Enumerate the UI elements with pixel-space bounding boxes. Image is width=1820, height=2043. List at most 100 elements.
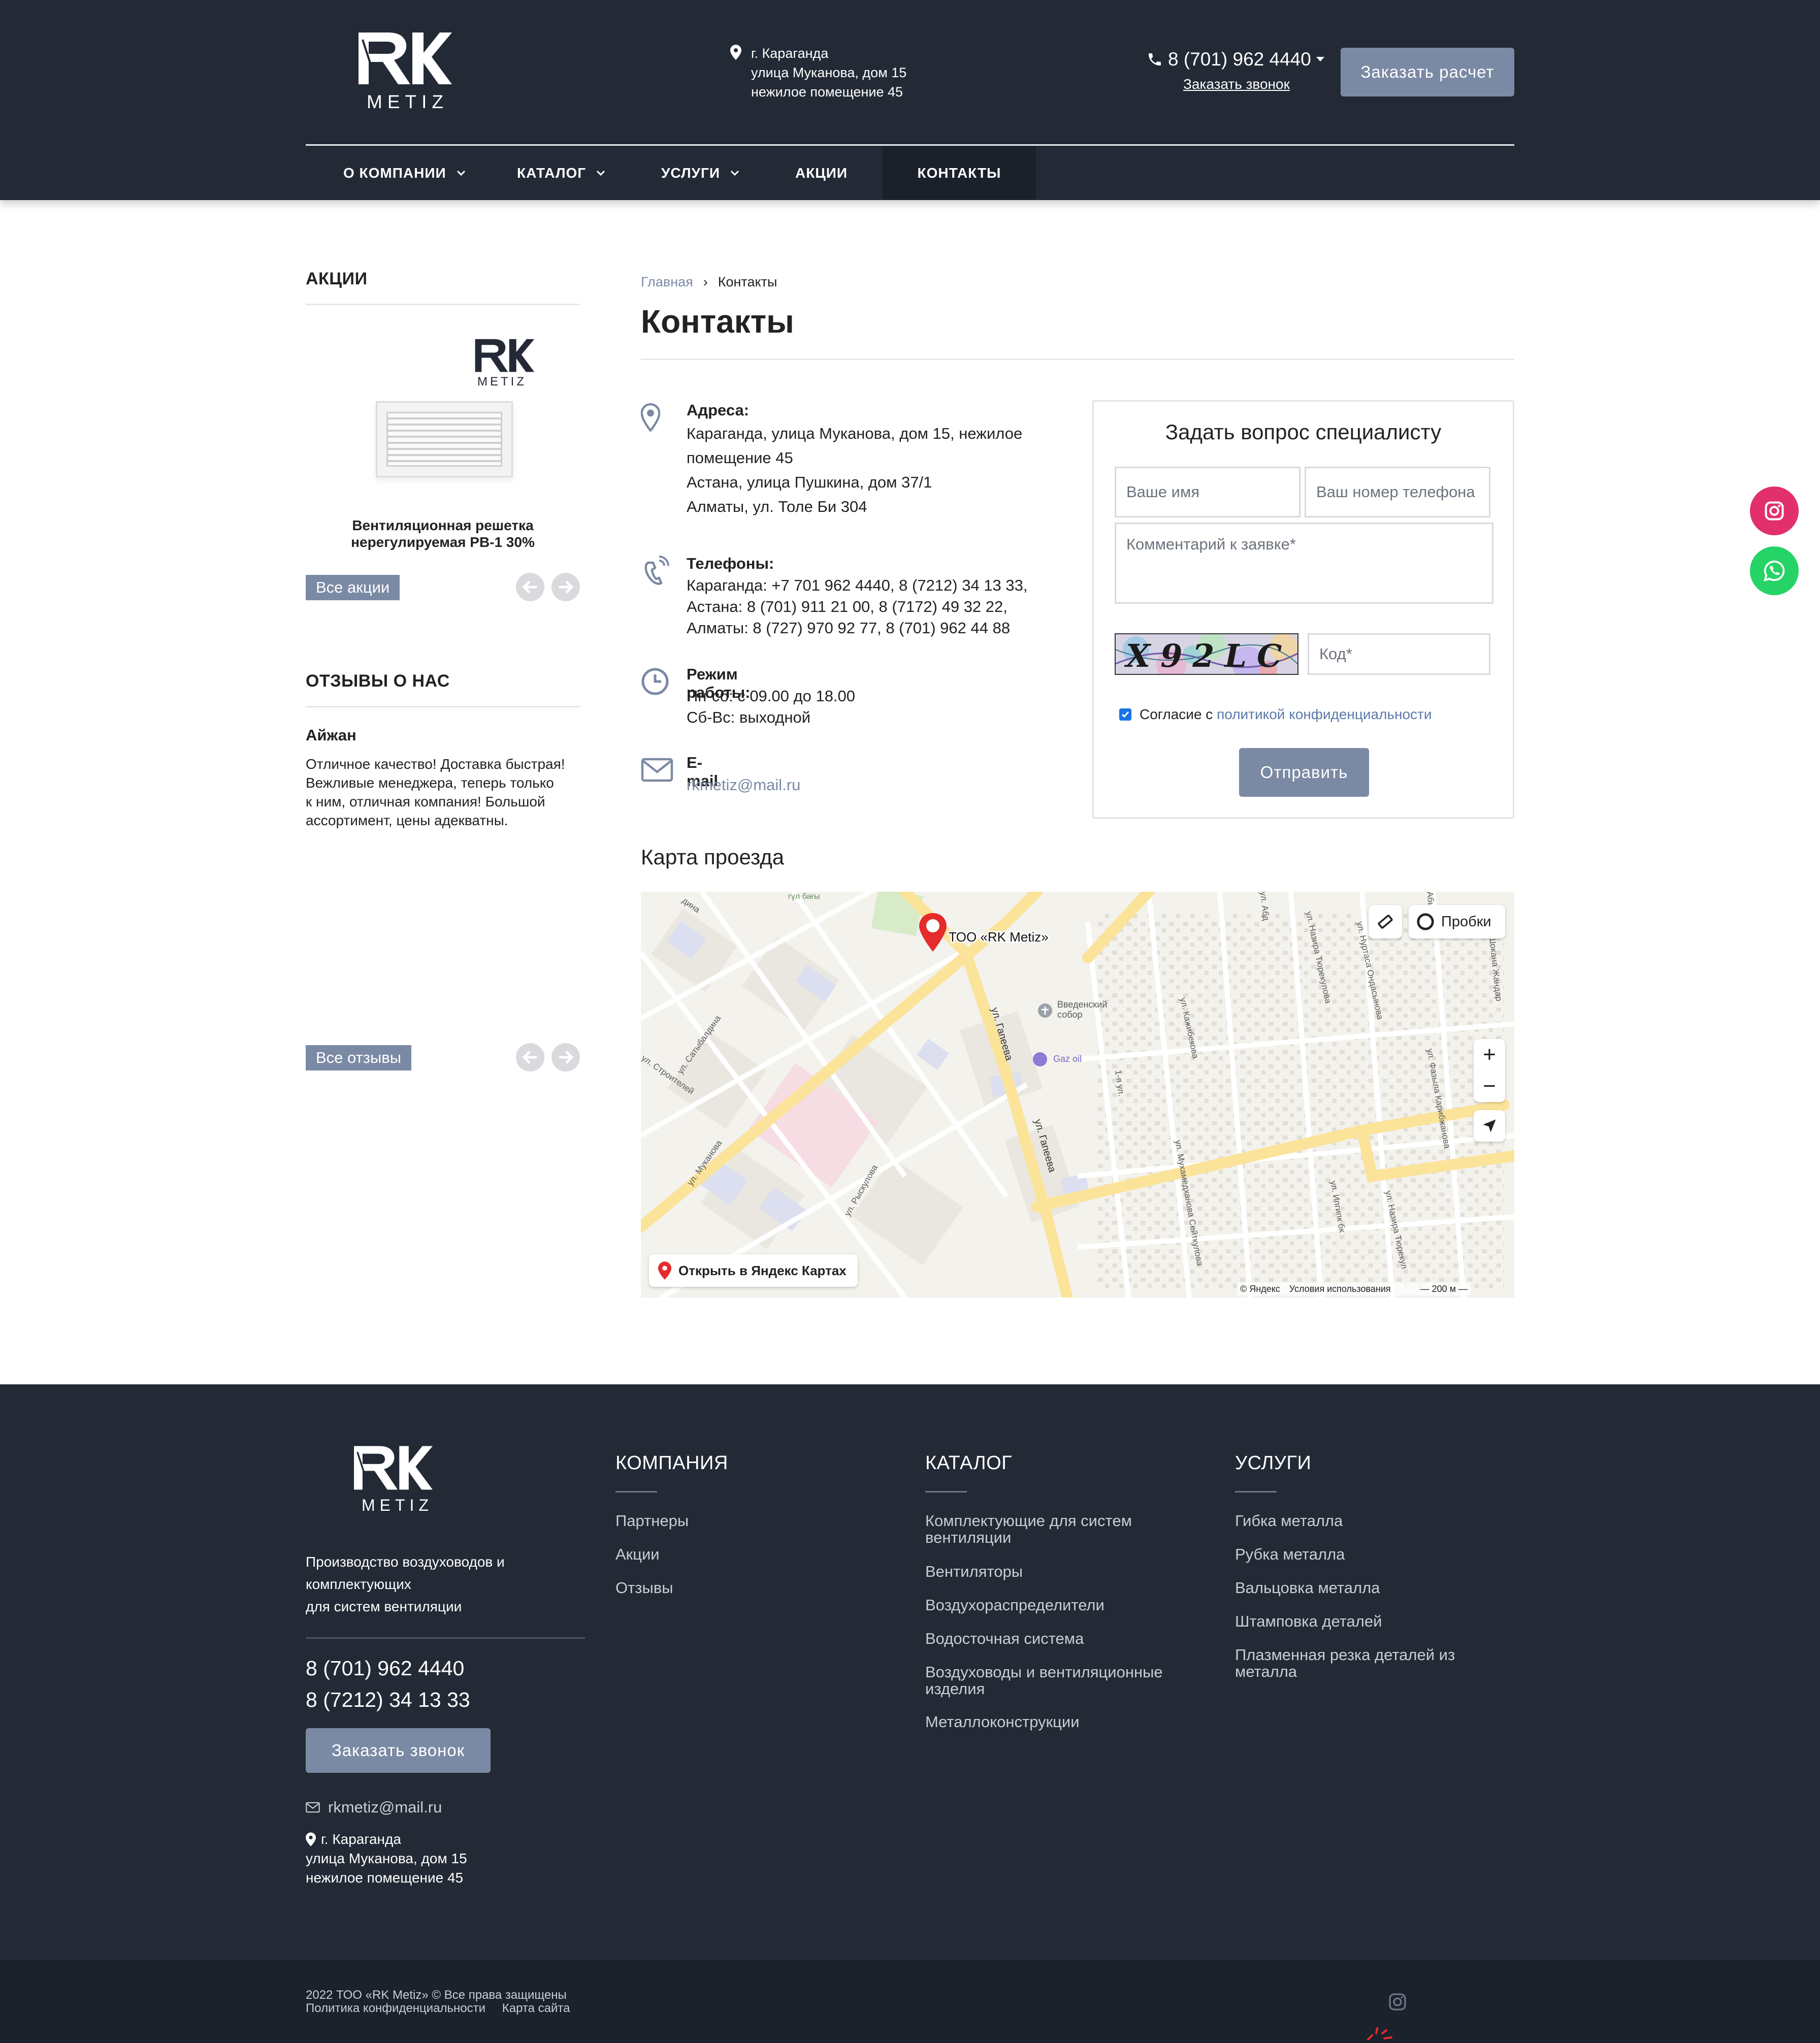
order-call-link[interactable]: Заказать звонок — [1183, 76, 1290, 92]
order-calc-button[interactable]: Заказать расчет — [1341, 48, 1514, 96]
title-divider — [641, 359, 1514, 360]
map-terms-link[interactable]: Условия использования — [1289, 1284, 1391, 1294]
copyright: 2022 ТОО «RK Metiz» © Все права защищены… — [306, 1988, 570, 2015]
logo-text: METIZ — [367, 91, 448, 112]
reviews-prev-button[interactable] — [516, 1043, 544, 1072]
footer-link-fans[interactable]: Вентиляторы — [925, 1563, 1023, 1580]
promo-divider — [306, 304, 580, 305]
captcha-code-input[interactable]: Код* — [1308, 633, 1490, 675]
footer-link-promo[interactable]: Акции — [615, 1546, 660, 1563]
footer-link-ducts[interactable]: Воздуховоды и вентиляционные изделия — [925, 1664, 1163, 1697]
footer-logo[interactable]: METIZ — [351, 1443, 448, 1530]
footer-link-reviews[interactable]: Отзывы — [615, 1579, 673, 1596]
footer-link-bending[interactable]: Гибка металла — [1235, 1512, 1343, 1529]
promo-prev-button[interactable] — [516, 573, 544, 601]
yandex-map[interactable]: гүл бағы дина ул. Сатыбалдина ул. Строит… — [641, 892, 1514, 1298]
footer-link-drainage[interactable]: Водосточная система — [925, 1630, 1084, 1647]
traffic-button[interactable]: Пробки — [1409, 905, 1505, 938]
breadcrumb-current: Контакты — [718, 274, 777, 289]
header-logo[interactable]: METIZ — [355, 29, 452, 116]
footer-call-button[interactable]: Заказать звонок — [306, 1728, 491, 1773]
nav-item-promo[interactable]: АКЦИИ — [795, 146, 848, 200]
mail-icon — [641, 758, 673, 782]
chevron-down-icon — [1316, 57, 1324, 61]
email-link[interactable]: rkmetiz@mail.ru — [687, 773, 800, 797]
reviews-heading: ОТЗЫВЫ О НАС — [306, 671, 450, 691]
map-canvas[interactable]: гүл бағы дина ул. Сатыбалдина ул. Строит… — [641, 892, 1514, 1298]
sub-footer — [0, 1960, 1820, 2043]
instagram-icon — [1389, 1993, 1406, 2010]
breadcrumb-separator: › — [703, 274, 708, 289]
name-input[interactable]: Ваше имя — [1115, 467, 1301, 517]
footer-instagram-link[interactable] — [1387, 1992, 1408, 2012]
zoom-in-button[interactable]: + — [1474, 1039, 1505, 1071]
open-yandex-maps-button[interactable]: Открыть в Яндекс Картах — [649, 1254, 858, 1287]
footer-company-underline — [615, 1491, 657, 1493]
nav-item-about[interactable]: О КОМПАНИИ — [343, 146, 466, 200]
all-promo-button[interactable]: Все акции — [306, 575, 400, 600]
submit-button[interactable]: Отправить — [1239, 748, 1369, 797]
footer-phone-2[interactable]: 8 (7212) 34 13 33 — [306, 1688, 470, 1712]
footer-sitemap-link[interactable]: Карта сайта — [502, 2001, 570, 2015]
footer-catalog-underline — [925, 1491, 967, 1493]
footer-link-rolling[interactable]: Вальцовка металла — [1235, 1579, 1380, 1596]
reviews-next-button[interactable] — [551, 1043, 580, 1072]
geolocation-button[interactable] — [1474, 1110, 1505, 1142]
footer-link-air-distributors[interactable]: Воздухораспределители — [925, 1597, 1104, 1613]
ruler-button[interactable] — [1369, 905, 1402, 938]
footer-privacy-link[interactable]: Политика конфиденциальности — [306, 2001, 485, 2015]
footer-link-plasma[interactable]: Плазменная резка деталей из металла — [1235, 1646, 1455, 1680]
zoom-controls: + − — [1474, 1039, 1505, 1102]
rk-logo-icon — [359, 33, 452, 84]
footer-services-heading: УСЛУГИ — [1235, 1452, 1312, 1474]
footer-divider — [306, 1637, 585, 1639]
phone-icon — [644, 556, 669, 585]
agree-checkbox[interactable] — [1119, 708, 1131, 721]
instagram-float-button[interactable] — [1750, 487, 1799, 535]
mail-icon — [306, 1802, 320, 1813]
page-title: Контакты — [641, 303, 794, 340]
footer-link-metal-structures[interactable]: Металлоконструкции — [925, 1713, 1080, 1730]
rk-logo-icon — [354, 1446, 433, 1490]
promo-title[interactable]: Вентиляционная решетка нерегулируемая РВ… — [306, 517, 580, 550]
promo-next-button[interactable] — [551, 573, 580, 601]
header-address: г. Караганда улица Муканова, дом 15 нежи… — [751, 46, 907, 100]
comment-textarea[interactable]: Комментарий к заявке* — [1115, 523, 1493, 604]
header-divider — [306, 144, 1514, 146]
location-pin-icon — [306, 1832, 316, 1846]
map-marker-label: ТОО «RK Metiz» — [949, 929, 1049, 945]
footer-link-ventilation-parts[interactable]: Комплектующие для систем вентиляции — [925, 1512, 1132, 1546]
all-reviews-button[interactable]: Все отзывы — [306, 1045, 412, 1071]
traffic-icon — [1417, 913, 1434, 930]
map-label-gazoil: Gaz oil — [1053, 1054, 1082, 1064]
footer-link-cutting[interactable]: Рубка металла — [1235, 1546, 1345, 1563]
ruler-icon — [1378, 915, 1393, 929]
footer-description: Производство воздуховодов и комплектующи… — [306, 1554, 505, 1614]
footer-email[interactable]: rkmetiz@mail.ru — [306, 1798, 442, 1817]
breadcrumb-home[interactable]: Главная — [641, 274, 693, 290]
location-pin-icon — [730, 45, 741, 60]
phone-input[interactable]: Ваш номер телефона — [1305, 467, 1490, 517]
captcha-image: X92LC — [1115, 633, 1298, 675]
map-attribution: © Яндекс Условия использования — 200 м — — [1237, 1283, 1471, 1295]
reviews-divider — [306, 706, 580, 707]
rk-logo-icon — [475, 339, 535, 372]
promo-card[interactable]: METIZ — [335, 325, 548, 508]
arrow-left-icon — [523, 580, 537, 594]
privacy-policy-link[interactable]: политикой конфиденциальности — [1217, 706, 1432, 722]
clock-icon — [641, 668, 669, 695]
footer-phone-1[interactable]: 8 (701) 962 4440 — [306, 1657, 464, 1680]
nav-item-catalog[interactable]: КАТАЛОГ — [517, 146, 605, 200]
nav-item-services[interactable]: УСЛУГИ — [661, 146, 739, 200]
map-label-sobor-2: собор — [1057, 1010, 1083, 1020]
location-pin-icon — [641, 403, 660, 432]
zoom-out-button[interactable]: − — [1474, 1071, 1505, 1102]
loading-spinner-icon — [1367, 2027, 1392, 2040]
agree-label: Согласие с политикой конфиденциальности — [1140, 706, 1432, 722]
nav-item-contacts[interactable]: КОНТАКТЫ — [883, 146, 1036, 200]
footer-link-partners[interactable]: Партнеры — [615, 1512, 689, 1529]
whatsapp-float-button[interactable] — [1750, 546, 1799, 595]
footer-link-stamping[interactable]: Штамповка деталей — [1235, 1613, 1382, 1630]
question-form: Задать вопрос специалисту Ваше имя Ваш н… — [1092, 400, 1514, 819]
header-phone[interactable]: 8 (701) 962 4440 — [1147, 49, 1324, 70]
